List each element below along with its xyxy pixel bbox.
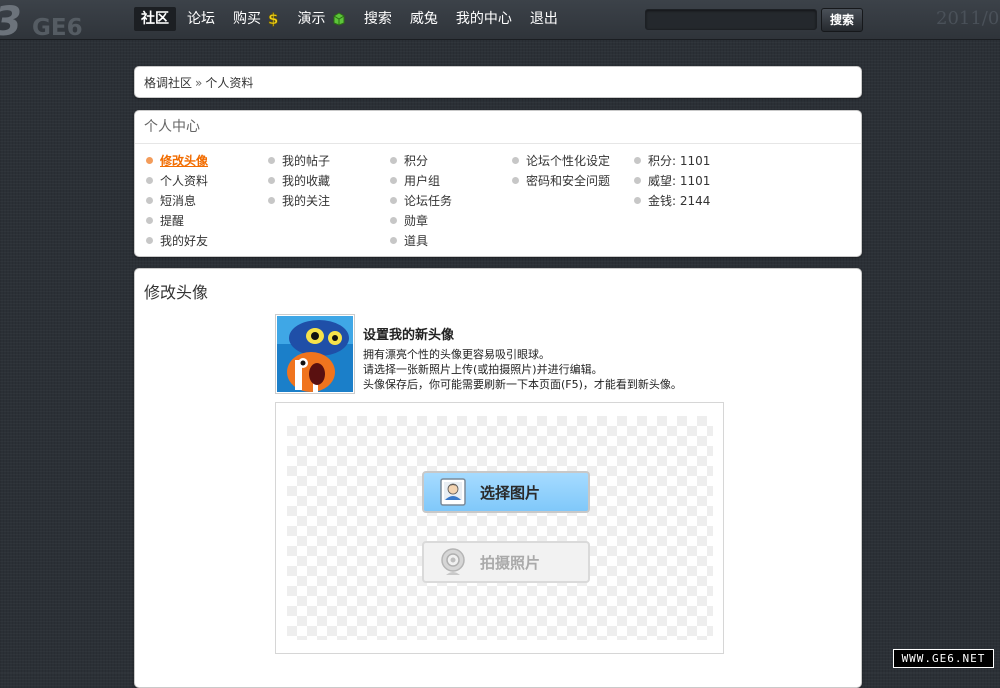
webcam-icon [441,548,465,575]
menu-usergroup[interactable]: 用户组 [390,171,452,191]
search-button[interactable]: 搜索 [821,8,863,32]
site-logo[interactable]: 3 GE6 [0,2,110,38]
top-nav-bar: 3 GE6 社区 论坛 购买 $ 演示 搜索 威兔 我的中心 退出 搜索 201… [0,0,1000,40]
menu-edit-avatar[interactable]: 修改头像 [146,151,208,171]
menu-column-3: 积分 用户组 论坛任务 勋章 道具 [390,151,452,251]
stat-credits: 积分: 1101 [634,151,710,171]
stats-column: 积分: 1101 威望: 1101 金钱: 2144 [634,151,710,211]
menu-my-posts[interactable]: 我的帖子 [268,151,330,171]
avatar-image [277,316,353,392]
green-box-icon [333,12,345,26]
menu-credits[interactable]: 积分 [390,151,452,171]
date-text: 2011/0 [936,8,1000,29]
menu-friends[interactable]: 我的好友 [146,231,208,251]
capture-photo-button[interactable]: 拍摄照片 [422,541,590,583]
image-canvas [287,416,713,640]
menu-profile[interactable]: 个人资料 [146,171,208,191]
nav-logout[interactable]: 退出 [523,7,565,31]
stat-prestige: 威望: 1101 [634,171,710,191]
edit-avatar-panel: 修改头像 设置我的新头像 拥有漂亮个性的头像更容易吸引眼球。 请选择一张新照片上… [134,268,862,688]
page-title: 修改头像 [144,283,209,302]
panel-title: 个人中心 [135,111,861,144]
nav-forum[interactable]: 论坛 [180,7,222,31]
photo-person-icon [440,478,466,506]
breadcrumb-home[interactable]: 格调社区 [144,76,192,90]
menu-favorites[interactable]: 我的收藏 [268,171,330,191]
breadcrumb-separator: » [195,76,203,90]
menu-props[interactable]: 道具 [390,231,452,251]
nav-buy[interactable]: 购买 $ [226,7,286,31]
menu-following[interactable]: 我的关注 [268,191,330,211]
svg-text:GE6: GE6 [32,15,83,38]
svg-text:$: $ [268,11,278,27]
site-watermark: WWW.GE6.NET [893,649,994,668]
nav-demo[interactable]: 演示 [290,7,352,31]
capture-photo-label: 拍摄照片 [480,553,541,572]
personal-center-panel: 个人中心 修改头像 个人资料 短消息 提醒 我的好友 我的帖子 我的收藏 我的关… [134,110,862,257]
current-avatar [275,314,355,394]
choose-image-label: 选择图片 [480,483,541,502]
menu-notices[interactable]: 提醒 [146,211,208,231]
menu-forum-settings[interactable]: 论坛个性化设定 [512,151,610,171]
menu-medals[interactable]: 勋章 [390,211,452,231]
nav-community[interactable]: 社区 [134,7,176,31]
dollar-icon: $ [268,11,279,27]
choose-image-button[interactable]: 选择图片 [422,471,590,513]
svg-text:3: 3 [0,2,22,38]
nav-my-center[interactable]: 我的中心 [449,7,519,31]
avatar-tip-3: 头像保存后，你可能需要刷新一下本页面(F5)，才能看到新头像。 [363,378,682,391]
menu-tasks[interactable]: 论坛任务 [390,191,452,211]
avatar-tip-1: 拥有漂亮个性的头像更容易吸引眼球。 [363,348,550,361]
avatar-tip-2: 请选择一张新照片上传(或拍摄照片)并进行编辑。 [363,363,603,376]
menu-column-2: 我的帖子 我的收藏 我的关注 [268,151,330,211]
avatar-upload-area: 选择图片 拍摄照片 [275,402,724,654]
search-input[interactable] [645,9,817,30]
nav-weitu[interactable]: 威兔 [403,7,445,31]
avatar-heading: 设置我的新头像 [363,328,455,343]
stat-money: 金钱: 2144 [634,191,710,211]
nav-search[interactable]: 搜索 [357,7,399,31]
main-nav: 社区 论坛 购买 $ 演示 搜索 威兔 我的中心 退出 [134,7,569,31]
menu-column-4: 论坛个性化设定 密码和安全问题 [512,151,610,191]
menu-password-security[interactable]: 密码和安全问题 [512,171,610,191]
breadcrumb: 格调社区» 个人资料 [134,66,862,98]
breadcrumb-current[interactable]: 个人资料 [205,76,253,90]
menu-messages[interactable]: 短消息 [146,191,208,211]
menu-column-1: 修改头像 个人资料 短消息 提醒 我的好友 [146,151,208,251]
